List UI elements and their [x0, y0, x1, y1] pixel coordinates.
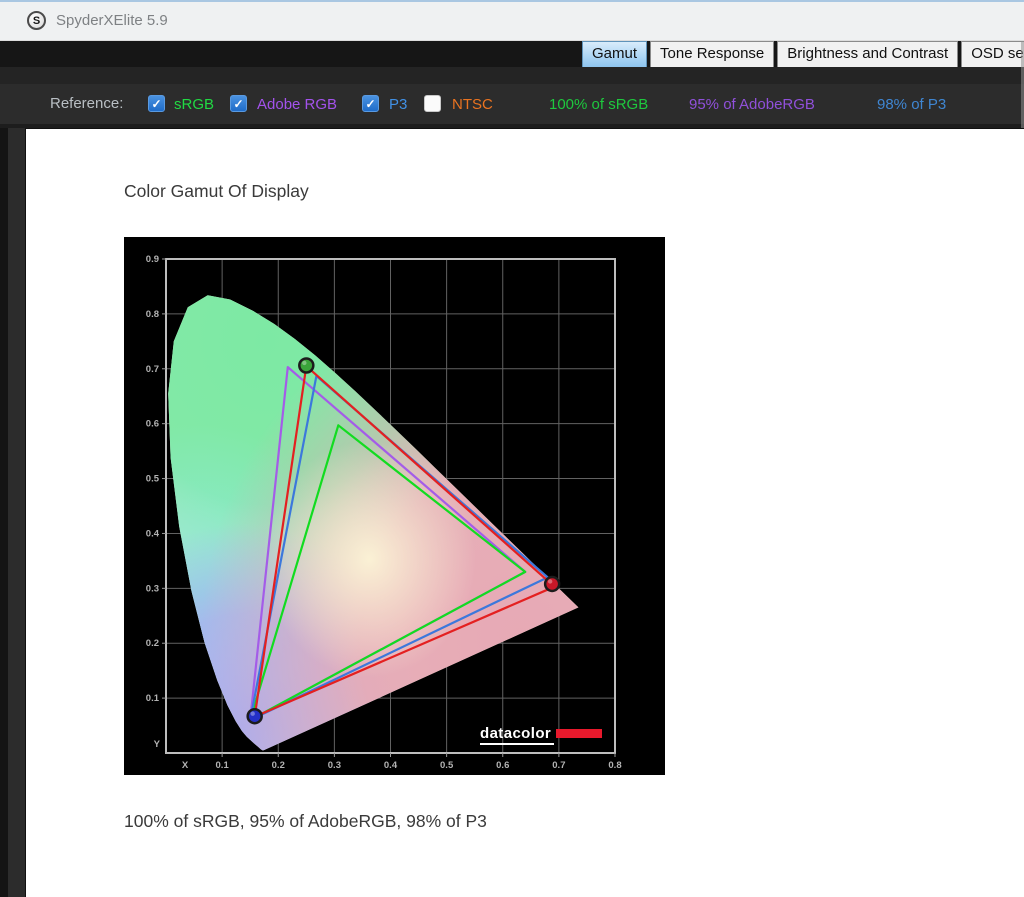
tab-bar: Gamut Tone Response Brightness and Contr…: [0, 41, 1024, 67]
svg-text:0.1: 0.1: [216, 760, 230, 771]
coverage-adobergb: 95% of AdobeRGB: [689, 96, 815, 113]
datacolor-logo-text: datacolor: [480, 726, 554, 745]
svg-text:0.7: 0.7: [146, 364, 159, 375]
label-srgb: sRGB: [174, 96, 214, 113]
checkbox-ntsc[interactable]: ✓: [424, 95, 441, 112]
svg-text:X: X: [182, 760, 189, 771]
checkbox-p3[interactable]: ✓: [362, 95, 379, 112]
svg-text:0.4: 0.4: [146, 528, 160, 539]
label-adobe-rgb: Adobe RGB: [257, 96, 337, 113]
tab-brightness-contrast[interactable]: Brightness and Contrast: [777, 41, 958, 67]
svg-text:0.2: 0.2: [272, 760, 285, 771]
svg-text:0.6: 0.6: [496, 760, 509, 771]
svg-text:0.5: 0.5: [440, 760, 454, 771]
svg-text:0.3: 0.3: [146, 583, 159, 594]
datacolor-logo: datacolor: [480, 726, 602, 745]
checkbox-srgb[interactable]: ✓: [148, 95, 165, 112]
svg-text:0.5: 0.5: [146, 474, 160, 485]
chrome-band: [0, 67, 1024, 84]
reference-label: Reference:: [50, 95, 123, 112]
label-ntsc: NTSC: [452, 96, 493, 113]
window-title: SpyderXElite 5.9: [56, 12, 168, 29]
check-icon: ✓: [151, 98, 161, 110]
checkbox-adobe-rgb[interactable]: ✓: [230, 95, 247, 112]
svg-text:0.6: 0.6: [146, 419, 159, 430]
svg-text:Y: Y: [154, 739, 161, 750]
svg-text:0.7: 0.7: [552, 760, 565, 771]
label-p3: P3: [389, 96, 407, 113]
datacolor-logo-bar: [556, 729, 602, 738]
check-icon: ✓: [233, 98, 243, 110]
svg-text:0.2: 0.2: [146, 638, 159, 649]
gamut-chart: 0.1 0.2 0.3 0.4 0.5 0.6 0.7 0.8 0.1 0.2 0.3 0.4 0.5 0…: [124, 237, 665, 775]
reference-toolbar: Reference: ✓ sRGB ✓ Adobe RGB ✓ P3 ✓ NTS…: [0, 84, 1024, 124]
tab-tone-response[interactable]: Tone Response: [650, 41, 774, 67]
page-title: Color Gamut Of Display: [124, 181, 309, 202]
svg-text:0.1: 0.1: [146, 693, 160, 704]
svg-text:0.9: 0.9: [146, 254, 159, 265]
coverage-srgb: 100% of sRGB: [549, 96, 648, 113]
svg-text:0.8: 0.8: [146, 309, 159, 320]
tab-osd-settings[interactable]: OSD settings: [961, 41, 1024, 67]
check-icon: ✓: [365, 98, 375, 110]
svg-text:0.4: 0.4: [384, 760, 398, 771]
coverage-caption: 100% of sRGB, 95% of AdobeRGB, 98% of P3: [124, 811, 487, 832]
coverage-p3: 98% of P3: [877, 96, 946, 113]
left-dark-strip: [0, 128, 25, 897]
chromaticity-diagram: 0.1 0.2 0.3 0.4 0.5 0.6 0.7 0.8 0.1 0.2 0.3 0.4 0.5 0…: [124, 237, 665, 775]
app-logo-icon: S: [27, 11, 46, 30]
tab-gamut[interactable]: Gamut: [582, 41, 647, 67]
svg-text:0.8: 0.8: [608, 760, 621, 771]
window-titlebar: S SpyderXElite 5.9: [0, 0, 1024, 41]
svg-text:0.3: 0.3: [328, 760, 341, 771]
